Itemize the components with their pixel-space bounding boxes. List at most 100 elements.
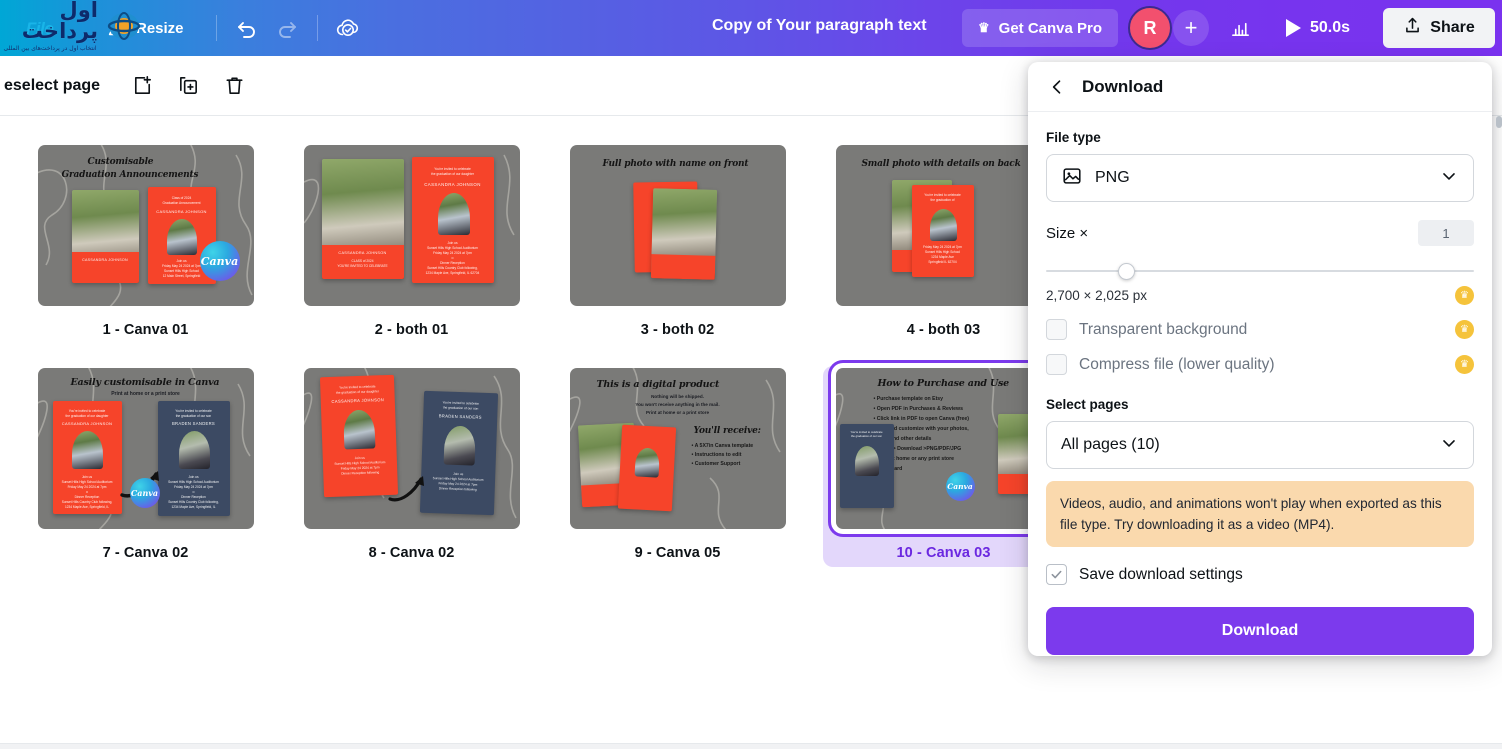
slider-track [1046, 270, 1474, 272]
thumb-body-text: You're invited to celebrate the graduatio… [175, 409, 212, 418]
thumb-bullet-3: • Customer Support [691, 461, 741, 467]
thumb-details: Friday May 24 2024 at 7pm Sunset Hills Hi… [923, 245, 962, 264]
download-button[interactable]: Download [1046, 607, 1474, 656]
thumb-name: CASSANDRA JOHNSON [61, 421, 113, 426]
compress-file-row[interactable]: Compress file (lower quality) ♛ [1046, 354, 1474, 375]
page-thumbnail[interactable]: Small photo with details on back You're … [835, 145, 1052, 306]
page-thumbnail[interactable]: This is a digital product Nothing will b… [569, 368, 786, 529]
thumb-bullet-1: • Purchase template on Etsy [873, 396, 944, 402]
crown-icon: ♛ [1455, 355, 1474, 374]
cloud-saved-button[interactable] [328, 8, 368, 48]
bar-chart-icon[interactable] [1222, 10, 1258, 46]
thumb-name-2: BRADEN SANDERS [171, 421, 216, 426]
add-collaborator-button[interactable]: + [1173, 10, 1209, 46]
magic-resize-icon [106, 17, 128, 39]
thumb-subheading: Print at home or a print store [111, 391, 180, 397]
page-label: 3 - both 02 [640, 322, 715, 338]
redo-button[interactable] [267, 8, 307, 48]
page-thumbnail[interactable]: Customisable Graduation Announcements CA… [37, 145, 254, 306]
thumb-heading: Small photo with details on back [861, 159, 1021, 169]
page-cell[interactable]: You're invited to celebrate the graduatio… [291, 366, 532, 567]
resize-button[interactable]: Resize [96, 10, 194, 46]
chevron-left-icon[interactable] [1044, 74, 1070, 100]
crown-icon: ♛ [978, 20, 990, 35]
thumb-name-2: CASSANDRA JOHNSON [156, 209, 207, 214]
page-thumbnail[interactable]: How to Purchase and Use • Purchase templ… [835, 368, 1052, 529]
select-pages-select[interactable]: All pages (10) [1046, 421, 1474, 469]
size-label: Size × [1046, 224, 1089, 242]
thumb-body-text: You're invited to celebrate the graduatio… [850, 430, 883, 439]
file-type-select[interactable]: PNG [1046, 154, 1474, 202]
thumb-body-text: You're invited to celebrate the graduatio… [441, 400, 479, 411]
crown-icon: ♛ [1455, 286, 1474, 305]
canva-watermark-badge: Canva [945, 472, 975, 501]
get-canva-pro-button[interactable]: ♛ Get Canva Pro [962, 9, 1119, 47]
size-value[interactable]: 1 [1418, 220, 1474, 246]
share-button[interactable]: Share [1383, 8, 1495, 48]
app-header: اول پرداخت انتخاب اول در پرداخت‌های بین … [0, 0, 1502, 56]
add-page-icon[interactable] [122, 66, 162, 106]
page-label: 1 - Canva 01 [102, 322, 189, 338]
thumb-details: Join us Sunset Hills High School Auditori… [333, 455, 385, 476]
page-cell[interactable]: CASSANDRA JOHNSON CLASS of 2024 YOU'RE IN… [291, 143, 532, 344]
watermark-file-word: File [26, 19, 54, 38]
thumb-bullet-2: • Open PDF in Purchases & Reviews [873, 406, 963, 412]
thumb-line-1: Nothing will be shipped. [651, 394, 704, 399]
duration-label: 50.0s [1310, 19, 1351, 36]
page-cell[interactable]: Full photo with name on front 3 - both 0… [557, 143, 798, 344]
thumb-details: Join us Sunset Hills High School Auditori… [61, 475, 113, 509]
document-title: Copy of Your paragraph text [712, 17, 927, 34]
download-panel-title: Download [1082, 76, 1164, 96]
size-slider[interactable] [1046, 262, 1474, 280]
duplicate-page-icon[interactable] [168, 66, 208, 106]
file-type-value: PNG [1095, 169, 1130, 186]
page-label: 9 - Canva 05 [634, 545, 721, 561]
file-type-label: File type [1046, 130, 1101, 145]
page-label: 7 - Canva 02 [102, 545, 189, 561]
play-icon [1286, 19, 1301, 37]
save-download-settings-row[interactable]: Save download settings [1046, 564, 1474, 586]
page-thumbnail[interactable]: Easily customisable in Canva Print at ho… [37, 368, 254, 529]
present-button[interactable]: 50.0s [1278, 10, 1358, 46]
curved-arrow-icon [387, 476, 424, 502]
thumb-body-text: Class of 2024 Graduation Announcement [162, 196, 201, 205]
page-cell[interactable]: This is a digital product Nothing will b… [557, 366, 798, 567]
compress-file-checkbox[interactable] [1046, 354, 1067, 375]
image-icon [1061, 165, 1083, 192]
download-panel-body: File type PNG Size × 1 2,700 × 2,025 px … [1028, 112, 1492, 656]
dimensions-text: 2,700 × 2,025 px [1046, 288, 1147, 303]
page-thumbnail[interactable]: You're invited to celebrate the graduatio… [303, 368, 520, 529]
transparent-background-row[interactable]: Transparent background ♛ [1046, 319, 1474, 340]
thumb-bullet-2: • Instructions to edit [691, 452, 742, 458]
undo-button[interactable] [227, 8, 267, 48]
export-notice: Videos, audio, and animations won't play… [1046, 481, 1474, 548]
page-thumbnail[interactable]: Full photo with name on front [569, 145, 786, 306]
vertical-scrollbar[interactable] [1496, 116, 1502, 128]
thumb-name: CASSANDRA JOHNSON [338, 251, 387, 256]
chevron-down-icon [1439, 433, 1459, 458]
resize-label: Resize [136, 19, 184, 37]
avatar[interactable]: R [1128, 6, 1172, 50]
save-download-settings-checkbox[interactable] [1046, 564, 1067, 586]
share-icon [1403, 16, 1422, 40]
page-cell[interactable]: Easily customisable in Canva Print at ho… [25, 366, 266, 567]
slider-thumb[interactable] [1118, 263, 1135, 280]
page-cell[interactable]: Customisable Graduation Announcements CA… [25, 143, 266, 344]
page-label: 10 - Canva 03 [896, 545, 991, 561]
save-download-settings-label: Save download settings [1079, 565, 1243, 583]
thumb-body-text: You're invited to celebrate the graduatio… [335, 384, 379, 395]
page-label: 8 - Canva 02 [368, 545, 455, 561]
thumb-heading: This is a digital product [596, 379, 720, 390]
deselect-page-button[interactable]: eselect page [0, 71, 108, 101]
trash-icon[interactable] [214, 66, 254, 106]
thumb-details: Join us Sunset Hills High School Auditori… [432, 471, 484, 492]
transparent-background-checkbox[interactable] [1046, 319, 1067, 340]
page-thumbnail[interactable]: CASSANDRA JOHNSON CLASS of 2024 YOU'RE IN… [303, 145, 520, 306]
watermark-arabic-subtitle: انتخاب اول در پرداخت‌های بین المللی [3, 45, 97, 52]
toolbar-divider-1 [215, 15, 217, 41]
canva-watermark-badge: Canva [199, 241, 240, 281]
share-label: Share [1430, 19, 1475, 36]
thumb-receive-heading: You'll receive: [693, 426, 761, 436]
download-panel: Download File type PNG Size × 1 2,700 × … [1028, 62, 1492, 656]
thumb-name: CASSANDRA JOHNSON [82, 258, 128, 263]
